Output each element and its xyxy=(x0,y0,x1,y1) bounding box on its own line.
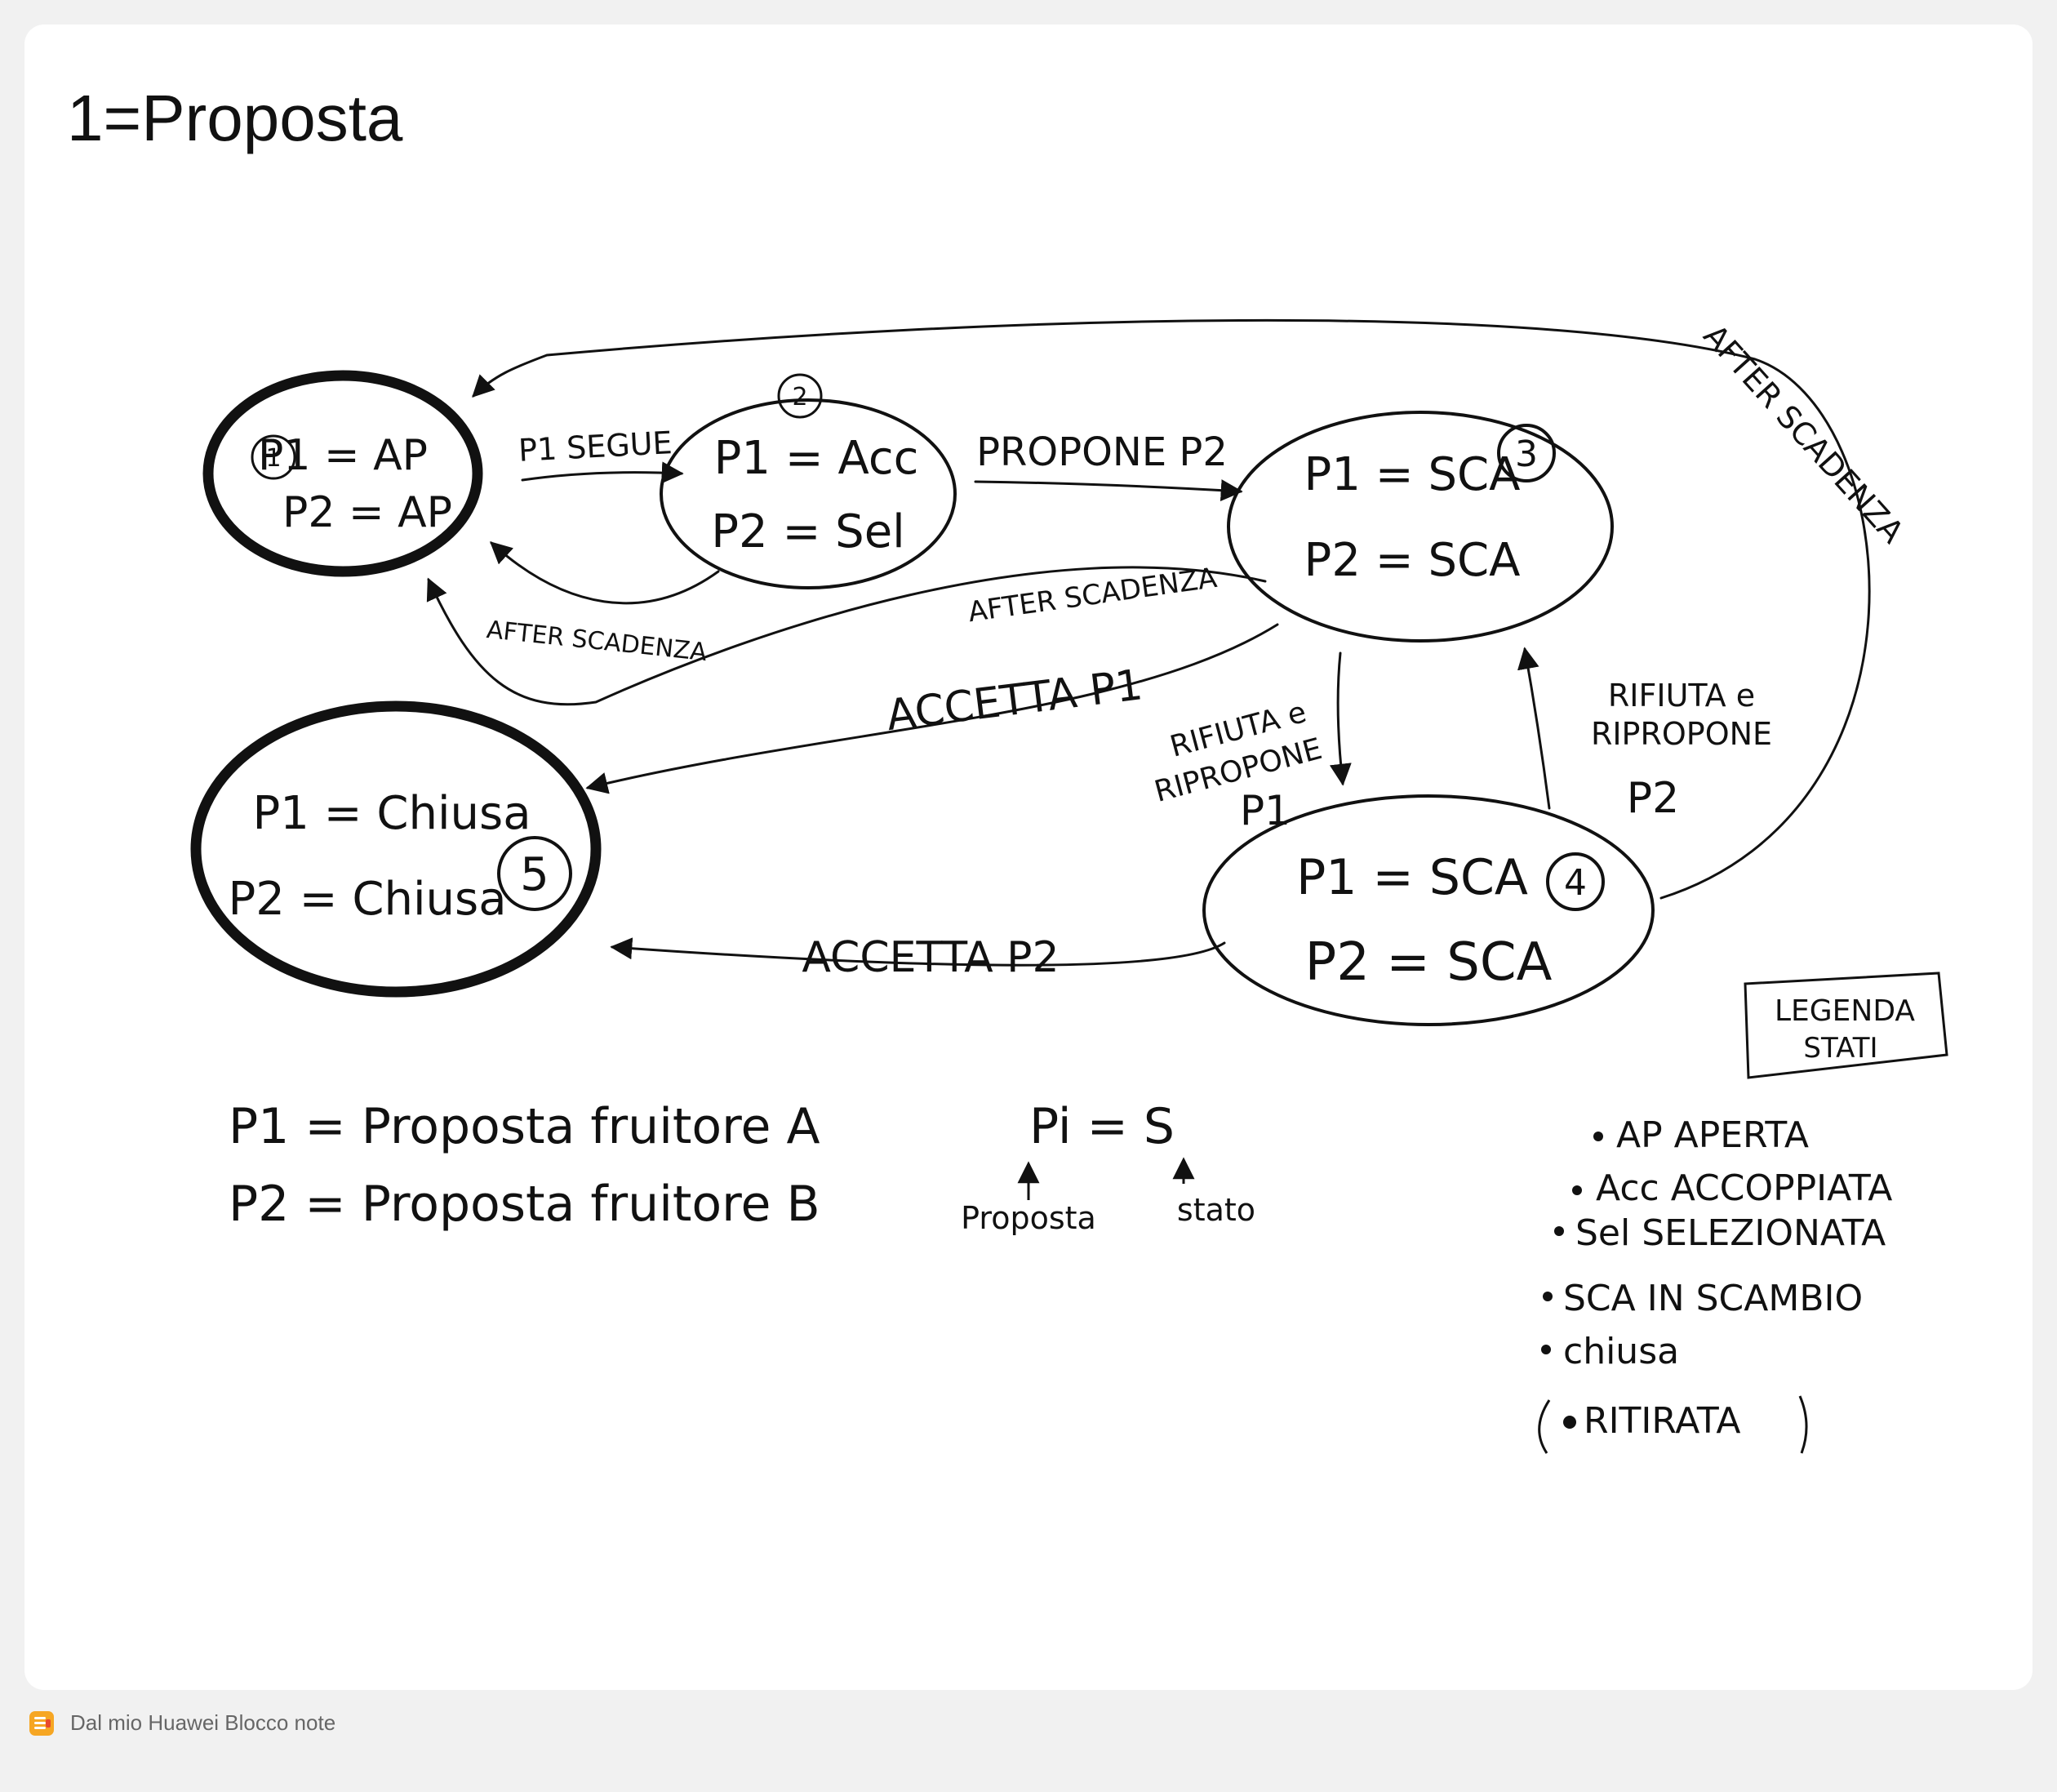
state-2-number: 2 xyxy=(792,383,807,411)
label-rifiuta-p2-line2: RIPROPONE xyxy=(1591,716,1772,752)
state-4-p1: P1 = SCA xyxy=(1296,849,1528,906)
label-accetta-p1: ACCETTA P1 xyxy=(884,660,1145,740)
legend-bullet xyxy=(1541,1345,1551,1354)
def-p1: P1 = Proposta fruitore A xyxy=(229,1098,820,1155)
legend-bullet xyxy=(1543,1292,1553,1301)
label-propone-p2: PROPONE P2 xyxy=(976,429,1228,475)
arrow-1-to-2 xyxy=(521,461,684,484)
state-1-p2: P2 = AP xyxy=(282,488,452,537)
arrow-4-to-3 xyxy=(1517,647,1551,810)
state-3-p2: P2 = SCA xyxy=(1304,534,1521,587)
label-after-scadenza-3-1: AFTER SCADENZA xyxy=(966,562,1220,629)
legend-item-ap: AP APERTA xyxy=(1616,1114,1809,1156)
formula-right-label: stato xyxy=(1177,1192,1255,1228)
label-accetta-p2: ACCETTA P2 xyxy=(802,933,1059,982)
legend-item-sca: SCA IN SCAMBIO xyxy=(1563,1278,1863,1319)
state-diagram: 1 2 3 4 5 P1 = AP P2 = AP P1 = Acc P2 = … xyxy=(190,318,1948,1454)
state-4-p2: P2 = SCA xyxy=(1305,932,1553,993)
state-5-p1: P1 = Chiusa xyxy=(252,787,531,840)
legend-bullet xyxy=(1593,1132,1603,1141)
footer: Dal mio Huawei Blocco note xyxy=(29,1710,335,1736)
label-after-scadenza-2-1: AFTER SCADENZA xyxy=(485,616,709,667)
legend-title-line2: STATI xyxy=(1803,1032,1877,1065)
arrow-3-to-4 xyxy=(1329,651,1352,786)
label-rifiuta-p2-line1: RIFIUTA e xyxy=(1608,678,1755,714)
legend-item-ritirata: RITIRATA xyxy=(1584,1400,1740,1442)
legend-item-chiusa: chiusa xyxy=(1563,1331,1679,1372)
state-2-shape xyxy=(660,398,957,589)
legend-item-acc: Acc ACCOPPIATA xyxy=(1596,1167,1892,1209)
footer-source-text: Dal mio Huawei Blocco note xyxy=(70,1710,336,1735)
state-3-p1: P1 = SCA xyxy=(1304,448,1521,501)
legend-paren-left xyxy=(1538,1399,1551,1454)
formula: Pi = S xyxy=(1029,1098,1175,1155)
legend-bullet xyxy=(1563,1416,1576,1429)
label-rifiuta-p2-line3: P2 xyxy=(1627,774,1679,823)
state-5-number: 5 xyxy=(520,848,549,901)
state-2-p1: P1 = Acc xyxy=(714,432,919,485)
arrow-2-to-1 xyxy=(490,541,720,605)
legend-title-line1: LEGENDA xyxy=(1775,994,1915,1028)
state-1-p1: P1 = AP xyxy=(258,431,428,480)
label-p1-segue: P1 SEGUE xyxy=(518,425,673,469)
label-after-scadenza-4-1: AFTER SCADENZA xyxy=(1696,318,1910,550)
arrow-2-to-3 xyxy=(974,479,1243,502)
formula-left-label: Proposta xyxy=(961,1200,1096,1236)
label-rifiuta-p1-line3: P1 xyxy=(1240,787,1291,834)
legend-bullet xyxy=(1554,1226,1564,1236)
state-2-p2: P2 = Sel xyxy=(711,505,904,558)
legend-bullet xyxy=(1572,1185,1582,1195)
notepad-icon xyxy=(29,1710,54,1736)
state-4-number: 4 xyxy=(1564,862,1587,904)
legend-paren-right xyxy=(1798,1395,1808,1454)
legend-item-sel: Sel SELEZIONATA xyxy=(1575,1212,1886,1254)
state-5-p2: P2 = Chiusa xyxy=(228,873,506,926)
def-p2: P2 = Proposta fruitore B xyxy=(229,1176,820,1233)
note-card: 1=Proposta 1 2 3 4 5 P1 = AP P2 = AP P1 … xyxy=(24,24,2033,1690)
